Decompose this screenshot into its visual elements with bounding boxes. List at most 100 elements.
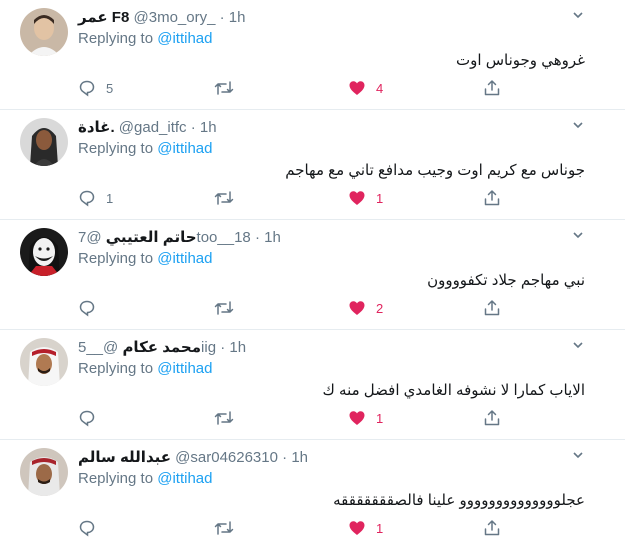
tweet-text: الاياب كمارا لا نشوفه الغامدي افضل منه ك	[322, 382, 586, 399]
tweet-actions: 1	[78, 518, 508, 538]
display-name[interactable]: عمر F8	[78, 9, 129, 26]
caret-down-icon[interactable]	[571, 338, 585, 352]
replying-to-label: Replying to	[78, 250, 154, 267]
timestamp[interactable]: 1h	[229, 9, 246, 26]
retweet-icon	[214, 191, 234, 205]
reply-count: 1	[106, 190, 114, 206]
reply-button[interactable]	[78, 518, 106, 538]
mention-link[interactable]: @ittihad	[157, 360, 212, 377]
retweet-button[interactable]	[214, 408, 234, 428]
separator-dot: ·	[282, 449, 288, 466]
replying-to-label: Replying to	[78, 360, 154, 377]
display-name[interactable]: محمد عكام	[122, 339, 201, 356]
avatar[interactable]	[20, 228, 68, 276]
retweet-button[interactable]	[214, 78, 234, 98]
like-count: 2	[376, 300, 384, 316]
like-icon	[349, 411, 365, 425]
tweet[interactable]: حاتم العتيبي @7too__18 · 1h Replying to …	[0, 220, 625, 330]
like-button[interactable]: 1	[348, 408, 383, 428]
reply-button[interactable]	[78, 298, 106, 318]
user-handle[interactable]: @3mo_ory_	[134, 9, 216, 26]
replying-to: Replying to @ittihad	[78, 359, 212, 379]
like-button[interactable]: 1	[348, 518, 383, 538]
timestamp[interactable]: 1h	[200, 119, 217, 136]
retweet-icon	[214, 521, 234, 535]
reply-icon	[79, 300, 95, 317]
timestamp[interactable]: 1h	[229, 339, 246, 356]
caret-down-icon[interactable]	[571, 118, 585, 132]
separator-dot: ·	[190, 119, 196, 136]
caret-down-icon[interactable]	[571, 448, 585, 462]
timestamp[interactable]: 1h	[291, 449, 308, 466]
tweet[interactable]: غادة. @gad_itfc · 1h Replying to @ittiha…	[0, 110, 625, 220]
reply-icon	[79, 520, 95, 537]
reply-button[interactable]: 5	[78, 78, 113, 98]
share-icon	[484, 190, 500, 206]
like-icon	[349, 521, 365, 535]
avatar[interactable]	[20, 338, 68, 386]
replying-to: Replying to @ittihad	[78, 139, 212, 159]
tweet-header: غادة. @gad_itfc · 1h	[78, 118, 585, 138]
avatar[interactable]	[20, 448, 68, 496]
tweet-text: غروهي وجوناس اوت	[456, 52, 585, 69]
reply-icon	[79, 80, 95, 97]
tweet-header: عمر F8 @3mo_ory_ · 1h	[78, 8, 585, 28]
share-button[interactable]	[483, 298, 501, 318]
reply-button[interactable]: 1	[78, 188, 113, 208]
retweet-icon	[214, 411, 234, 425]
reply-timeline: عمر F8 @3mo_ory_ · 1h Replying to @ittih…	[0, 0, 625, 550]
replying-to-label: Replying to	[78, 470, 154, 487]
avatar[interactable]	[20, 118, 68, 166]
timestamp[interactable]: 1h	[264, 229, 281, 246]
user-handle[interactable]: @sar04626310	[175, 449, 278, 466]
retweet-button[interactable]	[214, 518, 234, 538]
separator-dot: ·	[219, 9, 225, 26]
user-handle[interactable]: @gad_itfc	[119, 119, 187, 136]
share-button[interactable]	[483, 518, 501, 538]
display-name[interactable]: غادة.	[78, 119, 115, 136]
retweet-button[interactable]	[214, 298, 234, 318]
separator-dot: ·	[254, 229, 260, 246]
tweet-header: حاتم العتيبي @7too__18 · 1h	[78, 228, 585, 248]
share-button[interactable]	[483, 408, 501, 428]
like-count: 4	[376, 80, 384, 96]
mention-link[interactable]: @ittihad	[157, 250, 212, 267]
caret-down-icon[interactable]	[571, 228, 585, 242]
like-count: 1	[376, 520, 384, 536]
mention-link[interactable]: @ittihad	[157, 470, 212, 487]
tweet-header: محمد عكام @__5iig · 1h	[78, 338, 585, 358]
share-button[interactable]	[483, 78, 501, 98]
tweet-actions: 1	[78, 408, 508, 428]
share-icon	[484, 80, 500, 96]
display-name[interactable]: حاتم العتيبي	[106, 229, 197, 246]
replying-to-label: Replying to	[78, 140, 154, 157]
caret-down-icon[interactable]	[571, 8, 585, 22]
retweet-icon	[214, 301, 234, 315]
tweet-text: جوناس مع كريم اوت وجيب مدافع تاني مع مها…	[285, 162, 585, 179]
reply-button[interactable]	[78, 408, 106, 428]
tweet-actions: 1 1	[78, 188, 508, 208]
like-icon	[349, 191, 365, 205]
tweet-text: عجلوووووووووووووو علينا فالصقققققققه	[333, 492, 585, 509]
replying-to: Replying to @ittihad	[78, 249, 212, 269]
like-icon	[349, 81, 365, 95]
like-button[interactable]: 4	[348, 78, 383, 98]
replying-to: Replying to @ittihad	[78, 29, 212, 49]
like-icon	[349, 301, 365, 315]
display-name[interactable]: عبدالله سالم	[78, 449, 171, 466]
mention-link[interactable]: @ittihad	[157, 140, 212, 157]
mention-link[interactable]: @ittihad	[157, 30, 212, 47]
share-icon	[484, 300, 500, 316]
retweet-button[interactable]	[214, 188, 234, 208]
avatar[interactable]	[20, 8, 68, 56]
tweet[interactable]: عمر F8 @3mo_ory_ · 1h Replying to @ittih…	[0, 0, 625, 110]
tweet[interactable]: عبدالله سالم @sar04626310 · 1h Replying …	[0, 440, 625, 550]
like-count: 1	[376, 190, 384, 206]
share-button[interactable]	[483, 188, 501, 208]
like-button[interactable]: 1	[348, 188, 383, 208]
tweet[interactable]: محمد عكام @__5iig · 1h Replying to @itti…	[0, 330, 625, 440]
reply-icon	[79, 410, 95, 427]
share-icon	[484, 520, 500, 536]
like-button[interactable]: 2	[348, 298, 383, 318]
reply-icon	[79, 190, 95, 207]
